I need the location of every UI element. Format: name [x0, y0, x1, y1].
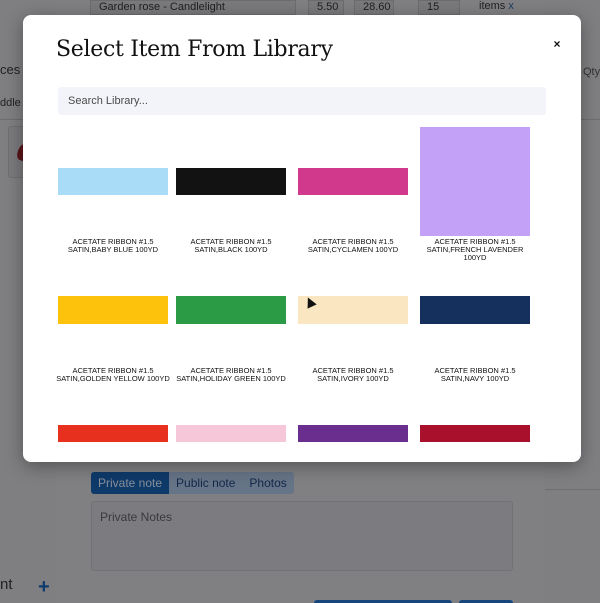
order-line-row: Garden rose - Candlelight 5.50 28.60 15 … [90, 0, 550, 15]
bg-heading-fragment: ces [0, 62, 21, 77]
ribbon-swatch [298, 168, 408, 195]
line-item-total: 28.60 [354, 0, 394, 15]
tab-public-note[interactable]: Public note [169, 472, 243, 494]
ribbon-swatch [176, 425, 286, 442]
line-item-qty[interactable]: 15 [418, 0, 460, 15]
library-item-label: ACETATE RIBBON #1.5 SATIN,NAVY 100YD [434, 366, 516, 383]
library-item-label: ACETATE RIBBON #1.5 SATIN,BABY BLUE 100Y… [67, 237, 159, 254]
bg-label-fragment: ddle [0, 97, 21, 109]
tab-private-note[interactable]: Private note [91, 472, 170, 494]
close-icon[interactable]: × [550, 37, 564, 51]
private-notes-field[interactable]: Private Notes [91, 501, 513, 571]
modal-title: Select Item From Library [56, 37, 333, 62]
search-input[interactable] [58, 87, 546, 115]
library-item-label: ACETATE RIBBON #1.5 SATIN,CYCLAMEN 100YD [307, 237, 399, 254]
add-icon[interactable]: + [38, 576, 50, 599]
ribbon-swatch [298, 425, 408, 442]
ribbon-swatch [58, 425, 168, 442]
line-item-name: Garden rose - Candlelight [90, 0, 296, 15]
divider [545, 489, 600, 490]
ribbon-swatch [176, 296, 286, 324]
tab-photos[interactable]: Photos [242, 472, 294, 494]
line-item-unit-wrap: items x [471, 0, 531, 15]
ribbon-swatch [420, 127, 530, 236]
line-item-price[interactable]: 5.50 [308, 0, 344, 15]
ribbon-swatch [58, 296, 168, 324]
library-item-label: ACETATE RIBBON #1.5 SATIN,HOLIDAY GREEN … [176, 366, 286, 383]
library-item-label: ACETATE RIBBON #1.5 SATIN,GOLDEN YELLOW … [56, 366, 170, 383]
bg-footer-fragment: nt [0, 576, 13, 593]
library-item-label: ACETATE RIBBON #1.5 SATIN,FRENCH LAVENDE… [426, 237, 524, 262]
line-item-unit: items [479, 0, 506, 12]
note-tabs: Private note Public note Photos [91, 472, 294, 494]
ribbon-swatch [58, 168, 168, 195]
ribbon-swatch [176, 168, 286, 195]
library-item-label: ACETATE RIBBON #1.5 SATIN,IVORY 100YD [312, 366, 394, 383]
bg-qty-header: Qty [583, 66, 600, 78]
library-modal: Select Item From Library × ACETATE RIBBO… [23, 15, 581, 462]
library-item-label: ACETATE RIBBON #1.5 SATIN,BLACK 100YD [190, 237, 272, 254]
ribbon-swatch [420, 296, 530, 324]
remove-line-button[interactable]: x [508, 0, 514, 12]
ribbon-swatch [420, 425, 530, 442]
